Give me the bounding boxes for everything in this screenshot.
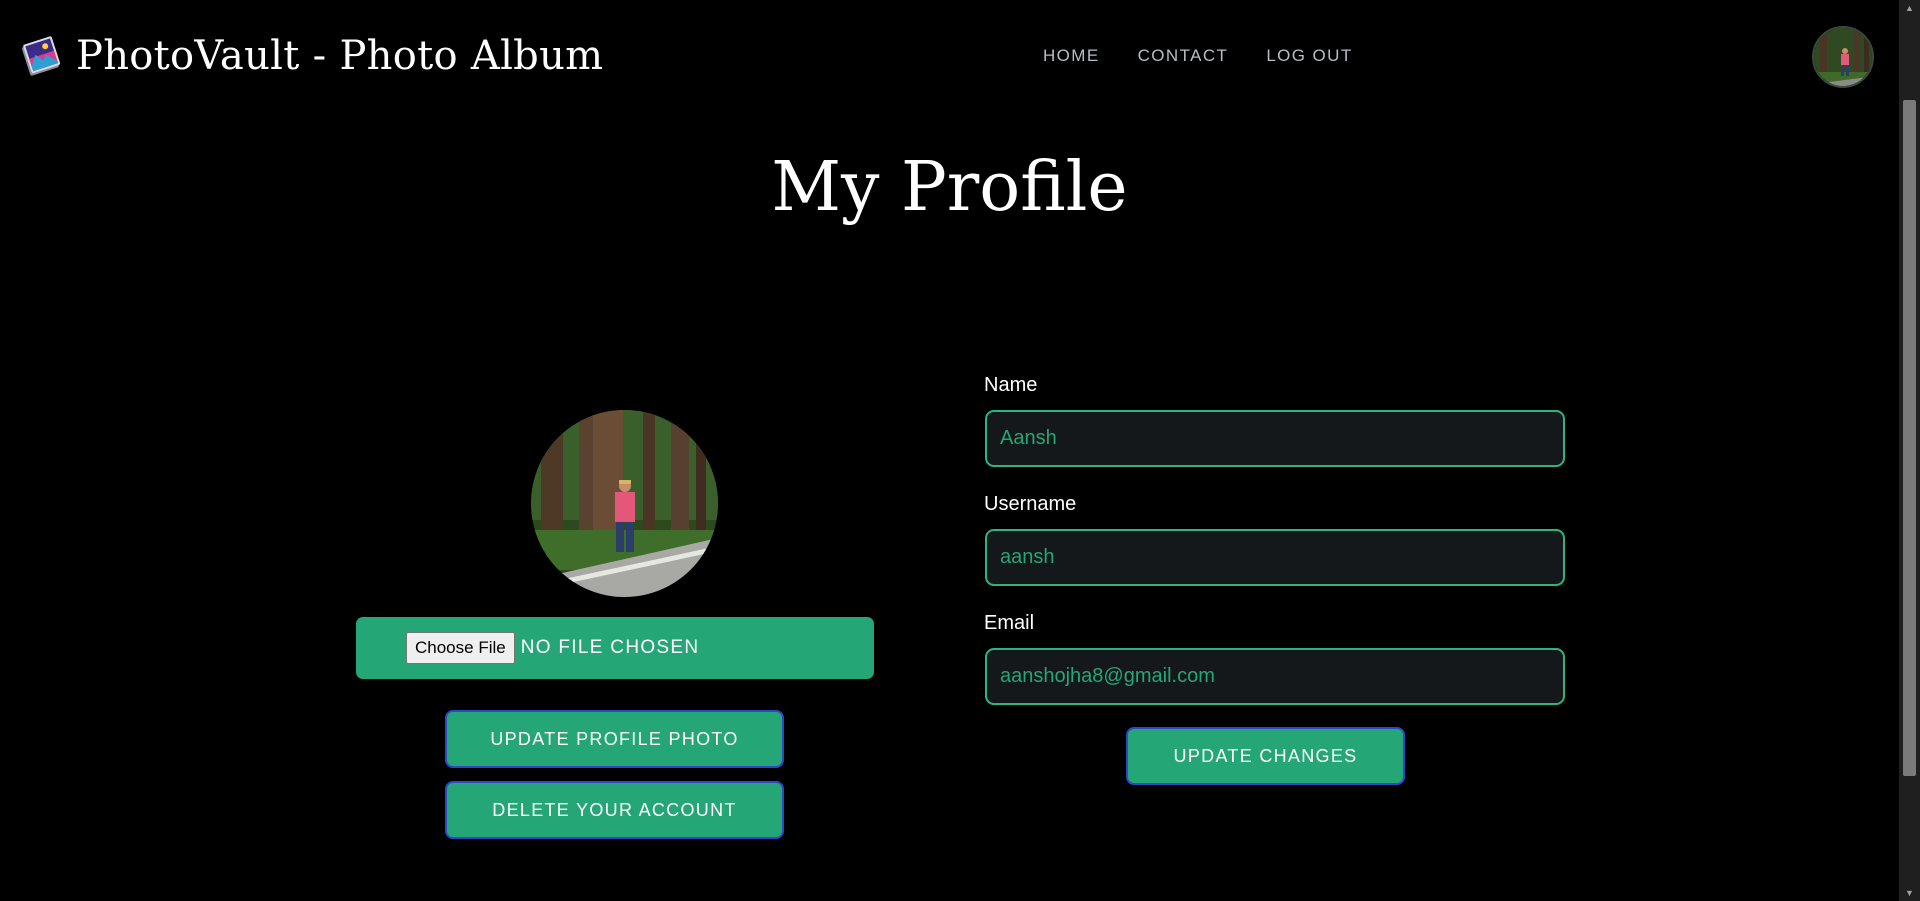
profile-photo <box>531 410 718 597</box>
user-avatar[interactable] <box>1812 26 1874 88</box>
username-label: Username <box>984 493 1077 515</box>
page-scrollbar[interactable]: ▲ ▼ <box>1899 0 1920 901</box>
file-upload-bar: Choose File NO FILE CHOSEN <box>356 617 874 679</box>
scroll-thumb[interactable] <box>1903 100 1916 776</box>
photo-album-icon <box>21 36 61 76</box>
update-profile-photo-button[interactable]: UPDATE PROFILE PHOTO <box>445 710 784 768</box>
username-field[interactable] <box>985 529 1565 586</box>
email-field[interactable] <box>985 648 1565 705</box>
name-label: Name <box>984 374 1038 396</box>
main-nav: HOME CONTACT LOG OUT <box>1043 46 1353 66</box>
scroll-down-arrow-icon[interactable]: ▼ <box>1899 885 1920 901</box>
nav-contact-link[interactable]: CONTACT <box>1138 46 1229 66</box>
scroll-up-arrow-icon[interactable]: ▲ <box>1899 0 1920 16</box>
profile-photo-image <box>531 410 718 597</box>
choose-file-button[interactable]: Choose File <box>406 632 515 664</box>
avatar-photo <box>1814 28 1872 86</box>
update-changes-button[interactable]: UPDATE CHANGES <box>1126 727 1405 785</box>
brand[interactable]: PhotoVault - Photo Album <box>18 28 603 84</box>
page-title: My Profile <box>771 148 1128 227</box>
file-status-text: NO FILE CHOSEN <box>520 637 700 658</box>
site-header: PhotoVault - Photo Album HOME CONTACT LO… <box>0 0 1899 114</box>
brand-title[interactable]: PhotoVault - Photo Album <box>76 33 603 79</box>
delete-account-button[interactable]: DELETE YOUR ACCOUNT <box>445 781 784 839</box>
nav-home-link[interactable]: HOME <box>1043 46 1100 66</box>
nav-logout-link[interactable]: LOG OUT <box>1266 46 1352 66</box>
name-field[interactable] <box>985 410 1565 467</box>
email-label: Email <box>984 612 1035 634</box>
